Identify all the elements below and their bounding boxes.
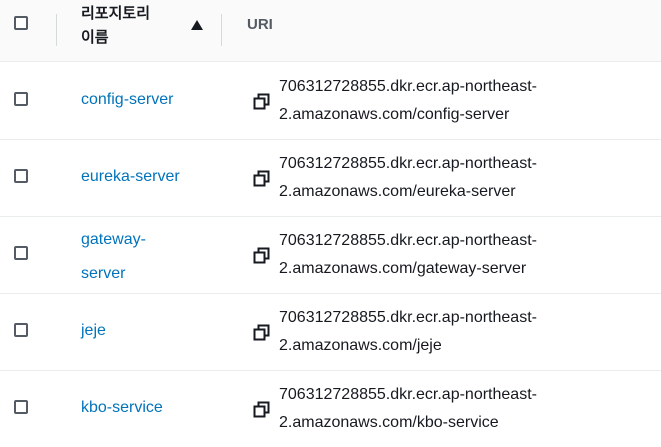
repo-name-link[interactable]: gateway-server — [81, 223, 161, 291]
repo-uri-line: 2.amazonaws.com/kbo-service — [279, 414, 499, 431]
repo-uri-line: 2.amazonaws.com/jeje — [279, 337, 442, 354]
repo-uri-line: 2.amazonaws.com/config-server — [279, 106, 510, 123]
table-header: 리포지토리 이름 URI — [0, 0, 661, 62]
repo-name-link[interactable]: kbo-service — [81, 391, 191, 425]
row-checkbox[interactable] — [14, 92, 28, 106]
repo-name-link[interactable]: config-server — [81, 83, 191, 117]
uri-column-header[interactable]: URI — [247, 15, 273, 35]
table-row: config-server 706312728855.dkr.ecr.ap-no… — [0, 62, 661, 140]
copy-icon[interactable] — [253, 93, 270, 110]
repo-uri-line: 2.amazonaws.com/gateway-server — [279, 260, 527, 277]
repo-uri: 706312728855.dkr.ecr.ap-northeast- 2.ama… — [279, 304, 579, 360]
repo-uri-line: 706312728855.dkr.ecr.ap-northeast- — [279, 78, 537, 95]
repo-uri-line: 706312728855.dkr.ecr.ap-northeast- — [279, 155, 537, 172]
column-divider — [221, 14, 222, 46]
row-checkbox[interactable] — [14, 169, 28, 183]
copy-icon[interactable] — [253, 170, 270, 187]
table-row: gateway-server 706312728855.dkr.ecr.ap-n… — [0, 216, 661, 294]
row-checkbox[interactable] — [14, 400, 28, 414]
copy-icon[interactable] — [253, 247, 270, 264]
sort-ascending-icon[interactable] — [191, 20, 203, 30]
repo-name-link[interactable]: eureka-server — [81, 160, 191, 194]
copy-icon[interactable] — [253, 324, 270, 341]
repo-uri-line: 706312728855.dkr.ecr.ap-northeast- — [279, 386, 537, 403]
copy-icon[interactable] — [253, 401, 270, 418]
table-row: eureka-server 706312728855.dkr.ecr.ap-no… — [0, 139, 661, 217]
row-checkbox[interactable] — [14, 246, 28, 260]
table-row: jeje 706312728855.dkr.ecr.ap-northeast- … — [0, 293, 661, 371]
repo-uri: 706312728855.dkr.ecr.ap-northeast- 2.ama… — [279, 227, 579, 283]
repo-uri-line: 706312728855.dkr.ecr.ap-northeast- — [279, 232, 537, 249]
repo-uri: 706312728855.dkr.ecr.ap-northeast- 2.ama… — [279, 73, 579, 129]
repo-uri: 706312728855.dkr.ecr.ap-northeast- 2.ama… — [279, 381, 579, 437]
repo-name-link[interactable]: jeje — [81, 314, 191, 348]
repositories-table: 리포지토리 이름 URI config-server 706312728855.… — [0, 0, 661, 443]
column-divider — [56, 14, 57, 46]
repo-uri-line: 2.amazonaws.com/eureka-server — [279, 183, 516, 200]
row-checkbox[interactable] — [14, 323, 28, 337]
table-row: kbo-service 706312728855.dkr.ecr.ap-nort… — [0, 370, 661, 447]
select-all-checkbox[interactable] — [14, 16, 28, 30]
repo-uri-line: 706312728855.dkr.ecr.ap-northeast- — [279, 309, 537, 326]
repo-uri: 706312728855.dkr.ecr.ap-northeast- 2.ama… — [279, 150, 579, 206]
repo-name-column-header[interactable]: 리포지토리 이름 — [81, 2, 177, 50]
